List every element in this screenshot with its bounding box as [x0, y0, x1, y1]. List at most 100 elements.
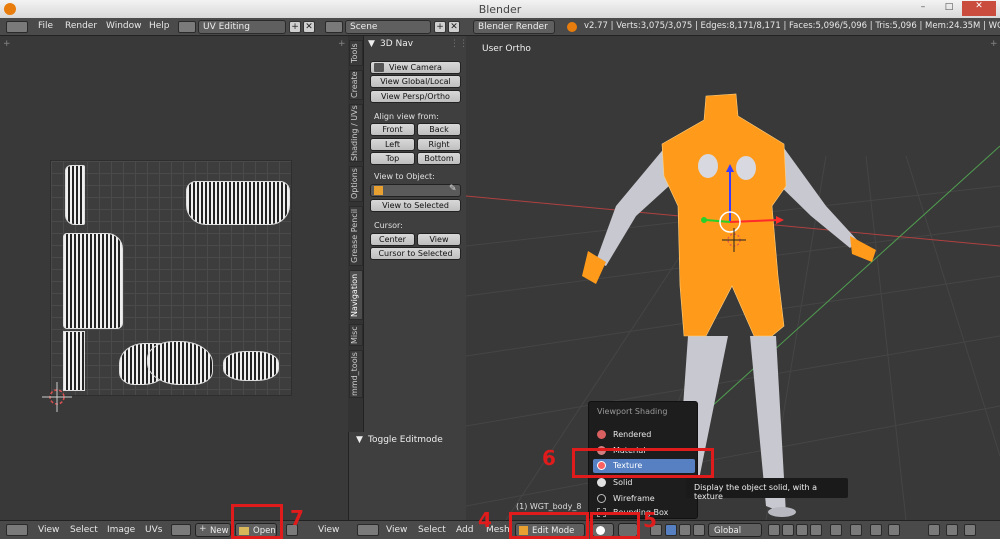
view-persp-ortho-button[interactable]: View Persp/Ortho [370, 90, 461, 103]
wireframe-shading-icon [597, 494, 606, 503]
render-anim-icon[interactable] [946, 524, 958, 536]
blender-stats-icon [567, 22, 577, 32]
cursor-view-button[interactable]: View [417, 233, 461, 246]
view-camera-button[interactable]: View Camera [370, 61, 461, 74]
annotation-number-5: 5 [643, 508, 657, 532]
snap-target-icon[interactable] [888, 524, 900, 536]
uv-island-hand-right[interactable] [147, 341, 213, 385]
object-picker-field[interactable]: ✎ [370, 184, 461, 197]
uv-island-arm[interactable] [186, 181, 290, 225]
uv-menu-uvs[interactable]: UVs [145, 525, 162, 535]
align-front-button[interactable]: Front [370, 123, 415, 136]
tab-mmd-tools[interactable]: mmd_tools [349, 350, 363, 398]
align-bottom-button[interactable]: Bottom [417, 152, 461, 165]
annotation-box-mode [509, 512, 589, 539]
screen-layout-field[interactable]: UV Editing [198, 20, 286, 34]
annotation-box-shading [590, 512, 640, 539]
menu-file[interactable]: File [38, 21, 53, 31]
cube-icon [374, 186, 383, 195]
cursor-to-selected-button[interactable]: Cursor to Selected [370, 247, 461, 260]
tab-shading-uvs[interactable]: Shading / UVs [349, 104, 363, 162]
image-browse-icon[interactable] [171, 524, 191, 536]
view-global-local-button[interactable]: View Global/Local [370, 75, 461, 88]
minimize-button[interactable]: – [912, 2, 934, 16]
uv-menu-image[interactable]: Image [107, 525, 135, 535]
uv-island-shoulder[interactable] [65, 165, 85, 225]
object-info-text: (1) WGT_body_8 [516, 502, 582, 511]
toggle-editmode-panel[interactable]: ▼ Toggle Editmode [352, 435, 466, 449]
shading-item-wireframe[interactable]: Wireframe [589, 492, 697, 506]
align-left-button[interactable]: Left [370, 138, 415, 151]
scene-field[interactable]: Scene [345, 20, 431, 34]
shading-item-solid[interactable]: Solid [589, 476, 697, 490]
tab-grease-pencil[interactable]: Grease Pencil [349, 206, 363, 266]
remove-scene-button[interactable]: ✕ [448, 21, 460, 33]
3d-menu-add[interactable]: Add [456, 525, 473, 535]
uv-island-torso[interactable] [63, 233, 123, 329]
remove-screen-button[interactable]: ✕ [303, 21, 315, 33]
new-image-button[interactable]: + New [195, 523, 231, 537]
render-camera-icon[interactable] [928, 524, 940, 536]
area-split-icon[interactable]: + [3, 39, 11, 49]
3d-menu-view[interactable]: View [386, 525, 407, 535]
camera-icon [374, 63, 384, 72]
uv-menu-view[interactable]: View [38, 525, 59, 535]
nav-panel-header[interactable]: ▼ 3D Nav ⋮⋮ [364, 39, 468, 53]
transform-orientation-select[interactable]: Global [708, 523, 762, 537]
cursor-center-button[interactable]: Center [370, 233, 415, 246]
render-engine-select[interactable]: Blender Render [473, 20, 555, 34]
uv-editor-type-icon[interactable] [6, 524, 28, 536]
shading-menu-title: Viewport Shading [597, 407, 668, 416]
view-to-selected-button[interactable]: View to Selected [370, 199, 461, 212]
view-to-object-label: View to Object: [374, 172, 435, 181]
maximize-button[interactable]: □ [938, 2, 960, 16]
3d-menu-select[interactable]: Select [418, 525, 446, 535]
rotate-icon[interactable] [679, 524, 691, 536]
tab-create[interactable]: Create [349, 70, 363, 100]
collapse-triangle-icon: ▼ [368, 39, 375, 49]
info-editor-icon[interactable] [6, 21, 28, 33]
2d-cursor-icon[interactable] [40, 380, 74, 414]
opengl-render-icon[interactable] [964, 524, 976, 536]
uv-island-foot[interactable] [223, 351, 279, 381]
tab-misc[interactable]: Misc [349, 324, 363, 346]
scale-icon[interactable] [693, 524, 705, 536]
3d-view-type-icon[interactable] [357, 524, 379, 536]
align-right-button[interactable]: Right [417, 138, 461, 151]
uv-menu-select[interactable]: Select [70, 525, 98, 535]
eyedropper-icon[interactable]: ✎ [449, 184, 457, 194]
shading-tooltip: Display the object solid, with a texture [686, 478, 848, 501]
menu-window[interactable]: Window [106, 21, 142, 31]
add-scene-button[interactable]: + [434, 21, 446, 33]
add-screen-button[interactable]: + [289, 21, 301, 33]
translate-icon[interactable] [665, 524, 677, 536]
uv-grid[interactable] [50, 160, 292, 396]
align-view-label: Align view from: [374, 112, 439, 121]
title-bar: Blender – □ ✕ [0, 0, 1000, 18]
close-window-button[interactable]: ✕ [962, 1, 996, 16]
scene-icon[interactable] [325, 21, 343, 33]
face-select-icon[interactable] [810, 524, 822, 536]
edge-select-icon[interactable] [796, 524, 808, 536]
snap-icon[interactable] [870, 524, 882, 536]
tool-shelf-tabs: Tools Create Shading / UVs Options Greas… [348, 36, 364, 432]
tab-tools[interactable]: Tools [349, 40, 363, 66]
occlude-icon[interactable] [830, 524, 842, 536]
menu-render[interactable]: Render [65, 21, 97, 31]
scene-statistics: v2.77 | Verts:3,075/3,075 | Edges:8,171/… [584, 21, 1000, 31]
screen-layout-icon[interactable] [178, 21, 196, 33]
align-back-button[interactable]: Back [417, 123, 461, 136]
uv-menu-view-2[interactable]: View [318, 525, 339, 535]
annotation-number-6: 6 [542, 446, 556, 470]
vertex-select-icon[interactable] [782, 524, 794, 536]
layers-icon[interactable] [768, 524, 780, 536]
plus-icon: + [199, 524, 207, 534]
tab-navigation[interactable]: Navigation [349, 270, 363, 320]
shading-item-rendered[interactable]: Rendered [589, 428, 697, 442]
tab-options[interactable]: Options [349, 166, 363, 202]
align-top-button[interactable]: Top [370, 152, 415, 165]
collapse-triangle-icon: ▼ [356, 435, 363, 445]
area-split-icon-right[interactable]: + [338, 39, 346, 49]
proportional-edit-icon[interactable] [850, 524, 862, 536]
menu-help[interactable]: Help [149, 21, 170, 31]
